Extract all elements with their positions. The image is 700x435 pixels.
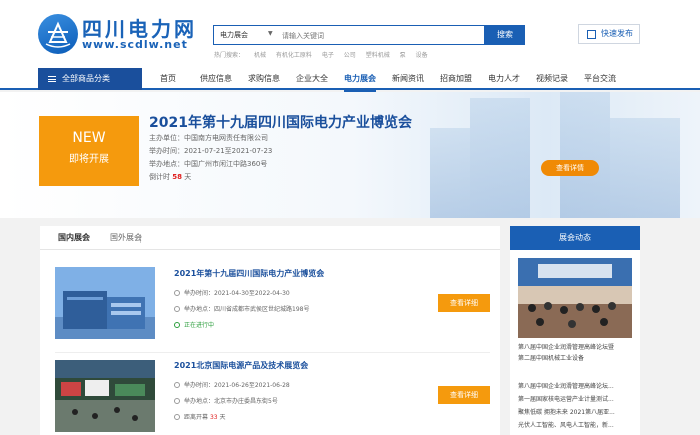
share-icon [587,30,596,39]
expo-details-button[interactable]: 查看详细 [438,294,490,312]
expo-time: 举办时间：2021-06-26至2021-06-28 [174,380,290,389]
new-badge-bottom: 即将开展 [69,154,109,165]
nav-item-purchase[interactable]: 求购信息 [248,68,280,90]
expo-countdown-prefix: 距离开幕 [184,414,209,421]
all-categories-button[interactable]: 全部商品分类 [38,68,142,90]
countdown-prefix: 倒计时 [149,173,170,181]
expo-title[interactable]: 2021年第十九届四川国际电力产业博览会 [174,268,324,279]
building-graphic [470,98,530,218]
news-item[interactable]: 第八届中国企业润滑管理高峰论坛... [518,381,638,390]
chevron-down-icon[interactable]: ▼ [268,30,273,37]
hot-keyword[interactable]: 机械 [254,52,266,59]
news-item[interactable]: 第一届国家核电运营产业计量测试... [518,394,638,403]
nav-item-franchise[interactable]: 招商加盟 [440,68,472,90]
new-badge: NEW 即将开展 [39,116,139,186]
expo-tabs: 国内展会 国外展会 [40,226,500,250]
site-logo-icon[interactable] [38,14,78,54]
new-badge-top: NEW [72,130,106,146]
search-input[interactable] [274,28,482,43]
clock-icon [174,290,180,296]
nav-item-expos[interactable]: 电力展会 [344,68,376,92]
nav-item-forum[interactable]: 平台交流 [584,68,616,90]
expo-countdown-days: 33 [209,414,218,421]
expo-title[interactable]: 2021北京国际电源产品及技术展览会 [174,360,308,371]
building-graphic [610,118,680,218]
countdown-suffix: 天 [184,173,192,181]
tab-international[interactable]: 国外展会 [110,226,142,250]
expo-status: 正在进行中 [174,320,214,329]
expo-countdown: 距离开幕 33 天 [174,412,226,421]
featured-expo-banner: NEW 即将开展 2021年第十九届四川国际电力产业博览会 主办单位：中国南方电… [0,92,700,218]
news-item[interactable]: 第二届中国机械工业设备 [518,353,638,362]
expo-countdown-suffix: 天 [219,414,226,421]
tab-domestic[interactable]: 国内展会 [58,226,90,250]
countdown-days: 58 [172,173,182,181]
nav-item-videos[interactable]: 视频记录 [536,68,568,90]
nav-item-home[interactable]: 首页 [160,68,176,90]
building-graphic [560,92,610,218]
expo-status-text: 正在进行中 [184,322,215,329]
news-photo[interactable] [518,258,632,338]
expo-location: 举办地点：北京市办庄委昌东街5号 [174,396,278,405]
hot-keyword[interactable]: 公司 [344,52,356,59]
banner-details-button[interactable]: 查看详情 [541,160,599,176]
news-item[interactable]: 第八届中国企业润滑管理高峰论坛暨 [518,342,638,351]
main-nav: 全部商品分类 首页 供应信息 求购信息 企业大全 电力展会 新闻资讯 招商加盟 … [0,68,700,92]
banner-location: 举办地点：中国广州市闲江中路360号 [149,160,268,168]
banner-countdown: 倒计时 58 天 [149,172,191,182]
banner-organizer: 主办单位：中国南方电网责任有限公司 [149,134,268,142]
sidebar-title: 展会动态 [510,226,640,250]
expo-thumbnail[interactable] [55,360,155,432]
search-bar: 电力展会 ▼ [213,25,485,45]
all-categories-label: 全部商品分类 [62,74,110,83]
building-graphic [430,128,470,218]
hot-keyword[interactable]: 电子 [322,52,334,59]
expo-location: 举办地点：四川省成都市武侯区世纪城路198号 [174,304,309,313]
quick-publish-label: 快速发布 [601,29,633,38]
hot-keyword[interactable]: 设备 [416,52,428,59]
list-item: 2021年第十九届四川国际电力产业博览会 举办时间：2021-04-30至202… [40,260,500,350]
banner-title[interactable]: 2021年第十九届四川国际电力产业博览会 [149,112,412,132]
site-header: 四川电力网 www.scdlw.net 电力展会 ▼ 搜索 热门搜索： 机械 有… [0,0,700,68]
location-icon [174,398,180,404]
banner-time: 举办时间：2021-07-21至2021-07-23 [149,147,273,155]
nav-item-supply[interactable]: 供应信息 [200,68,232,90]
nav-item-companies[interactable]: 企业大全 [296,68,328,90]
hot-search: 热门搜索： 机械 有机化工原料 电子 公司 塑料机械 泵 设备 [214,50,436,59]
expo-location-text: 举办地点：北京市办庄委昌东街5号 [184,398,278,405]
news-item[interactable]: 光伏人工智能、风电人工智能，新... [518,420,638,429]
nav-item-talent[interactable]: 电力人才 [488,68,520,90]
search-category-select[interactable]: 电力展会 [220,30,248,40]
clock-icon [174,382,180,388]
hot-keyword[interactable]: 泵 [400,52,406,59]
nav-item-news[interactable]: 新闻资讯 [392,68,424,90]
menu-icon [48,76,56,82]
countdown-icon [174,414,180,420]
hot-keyword[interactable]: 有机化工原料 [276,52,312,59]
expo-time-text: 举办时间：2021-04-30至2022-04-30 [184,290,290,297]
status-icon [174,322,180,328]
expo-location-text: 举办地点：四川省成都市武侯区世纪城路198号 [184,306,310,313]
location-icon [174,306,180,312]
expo-thumbnail[interactable] [55,267,155,339]
search-button[interactable]: 搜索 [485,25,525,45]
hot-keyword[interactable]: 塑料机械 [366,52,390,59]
quick-publish-button[interactable]: 快速发布 [578,24,640,44]
expo-time-text: 举办时间：2021-06-26至2021-06-28 [184,382,290,389]
site-domain: www.scdlw.net [82,38,188,51]
expo-details-button[interactable]: 查看详细 [438,386,490,404]
expo-time: 举办时间：2021-04-30至2022-04-30 [174,288,290,297]
list-item: 2021北京国际电源产品及技术展览会 举办时间：2021-06-26至2021-… [40,352,500,435]
hot-search-label: 热门搜索： [214,52,245,59]
expo-list: 国内展会 国外展会 2021年第十九届四川国际电力产业博览会 举办时间：2021… [40,226,500,435]
news-item[interactable]: 聚焦低碳 拥抱未来 2021第八届亚... [518,407,638,416]
expo-news-sidebar: 展会动态 第八届中国企业润滑管理高峰论坛暨 第二届中国机械工业设备 第八届中国企… [510,226,640,435]
